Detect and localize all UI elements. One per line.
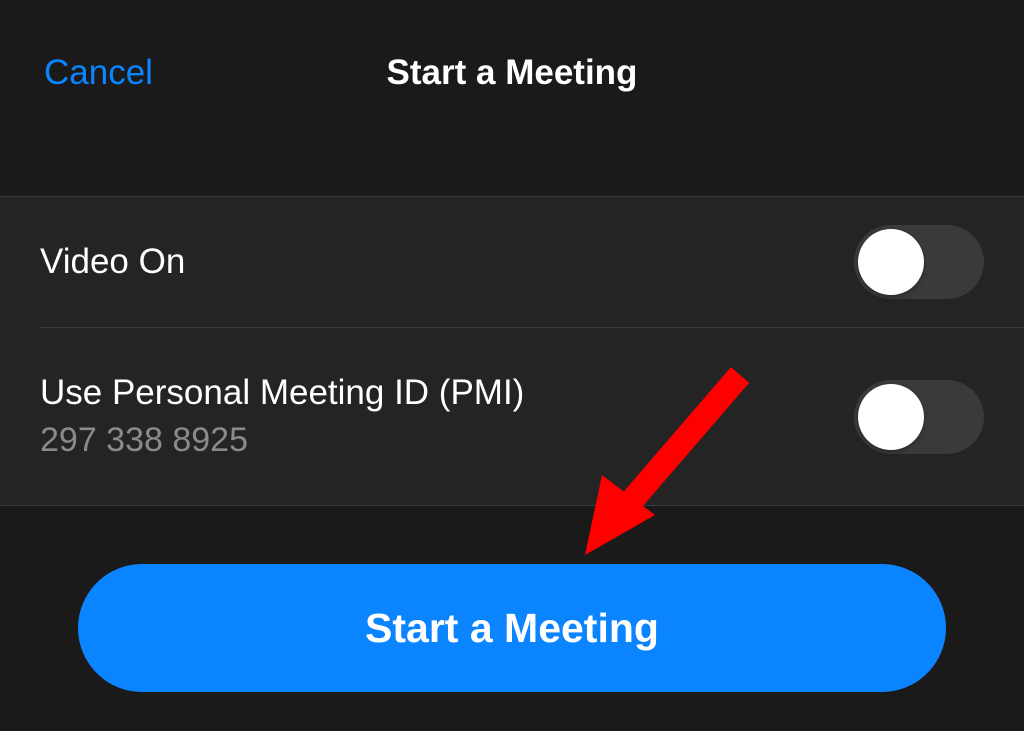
header: Cancel Start a Meeting [0, 18, 1024, 128]
video-on-row: Video On [0, 197, 1024, 327]
action-container: Start a Meeting [0, 506, 1024, 692]
video-on-label-group: Video On [40, 242, 185, 282]
toggle-knob-icon [858, 229, 924, 295]
pmi-toggle[interactable] [854, 380, 984, 454]
video-on-toggle[interactable] [854, 225, 984, 299]
page-title: Start a Meeting [387, 53, 638, 93]
pmi-label: Use Personal Meeting ID (PMI) [40, 373, 524, 413]
cancel-button[interactable]: Cancel [44, 53, 153, 93]
pmi-row: Use Personal Meeting ID (PMI) 297 338 89… [40, 327, 1024, 505]
toggle-knob-icon [858, 384, 924, 450]
settings-group: Video On Use Personal Meeting ID (PMI) 2… [0, 196, 1024, 506]
pmi-label-group: Use Personal Meeting ID (PMI) 297 338 89… [40, 373, 524, 460]
start-meeting-button[interactable]: Start a Meeting [78, 564, 946, 692]
status-bar [0, 0, 1024, 18]
spacer [0, 128, 1024, 196]
pmi-value: 297 338 8925 [40, 421, 524, 460]
video-on-label: Video On [40, 242, 185, 282]
